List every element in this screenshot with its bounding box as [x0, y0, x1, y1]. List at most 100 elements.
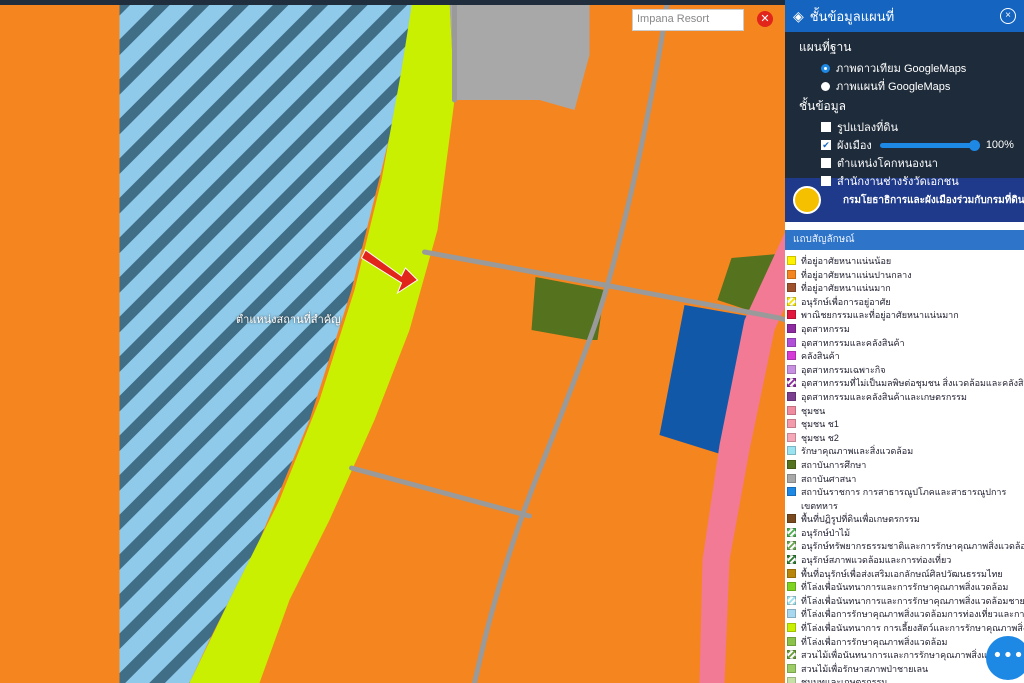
legend-label: ที่อยู่อาศัยหนาแน่นปานกลาง — [801, 269, 912, 280]
legend-swatch — [787, 378, 796, 388]
legend-swatch — [787, 527, 796, 537]
legend-swatch — [787, 473, 796, 483]
legend-item: ที่อยู่อาศัยหนาแน่นน้อย — [787, 254, 1024, 268]
panel-close-icon[interactable]: × — [1000, 8, 1016, 24]
legend-swatch — [787, 432, 796, 442]
legend-label: คลังสินค้า — [801, 351, 840, 362]
legend-swatch — [787, 623, 796, 633]
legend-item: ชุมชน ช2 — [787, 431, 1024, 445]
legend-label: ชุมชน ช2 — [801, 432, 839, 443]
legend-swatch — [787, 636, 796, 646]
marker-label: ตำแหน่งสถานที่สำคัญ — [236, 314, 341, 326]
top-bar — [0, 0, 785, 5]
map-search-input[interactable]: Impana Resort — [632, 9, 744, 31]
legend-swatch — [787, 514, 796, 524]
legend-label: เขตทหาร — [801, 500, 838, 511]
legend-item: อุตสาหกรรมและคลังสินค้า — [787, 336, 1024, 350]
legend-label: อุตสาหกรรมเฉพาะกิจ — [801, 364, 886, 375]
legend-label: พื้นที่อนุรักษ์เพื่อส่งเสริมเอกลักษณ์ศิล… — [801, 568, 1003, 579]
legend-item: พื้นที่ปฏิรูปที่ดินเพื่อเกษตรกรรม — [787, 512, 1024, 526]
panel-header: ◈ ชั้นข้อมูลแผนที่ × — [785, 0, 1024, 32]
legend-label: รักษาคุณภาพและสิ่งแวดล้อม — [801, 446, 914, 457]
legend-swatch — [787, 269, 796, 279]
legend-item: อนุรักษ์ป่าไม้ — [787, 526, 1024, 540]
legend-item: อุตสาหกรรมที่ไม่เป็นมลพิษต่อชุมชน สิ่งแว… — [787, 376, 1024, 390]
legend-label: สถาบันราชการ การสาธารณูปโภคและสาธารณูปกา… — [801, 487, 1007, 498]
legend-swatch — [787, 419, 796, 429]
layer-khok-nong-na[interactable]: ตำแหน่งโคกหนองนา — [785, 154, 1024, 172]
layer-label: ผังเมือง — [837, 140, 872, 152]
legend-label: อนุรักษ์ทรัพยากรธรรมชาติและการรักษาคุณภา… — [801, 541, 1024, 552]
legend-label: สวนไม้เพื่อรักษาสภาพป่าชายเลน — [801, 663, 929, 674]
legend-swatch — [787, 256, 796, 265]
legend-swatch — [787, 323, 796, 333]
legend-swatch — [787, 568, 796, 578]
legend-swatch — [787, 541, 796, 551]
legend-swatch — [787, 663, 796, 673]
legend-item: สถาบันศาสนา — [787, 472, 1024, 486]
legend-item: อนุรักษ์สภาพแวดล้อมและการท่องเที่ยว — [787, 553, 1024, 567]
legend-label: สถาบันการศึกษา — [801, 459, 867, 470]
layer-city-plan[interactable]: ✔ ผังเมือง 100% — [785, 136, 1024, 154]
legend-item: อุตสาหกรรมและคลังสินค้าและเกษตรกรรม — [787, 390, 1024, 404]
legend-item: อนุรักษ์ทรัพยากรธรรมชาติและการรักษาคุณภา… — [787, 539, 1024, 553]
layers-icon: ◈ — [793, 7, 804, 24]
legend-label: ที่โล่งเพื่อนันทนาการและการรักษาคุณภาพสิ… — [801, 582, 1009, 593]
layer-label: ตำแหน่งโคกหนองนา — [837, 158, 938, 170]
checkbox-icon[interactable] — [821, 176, 831, 186]
checkbox-checked-icon[interactable]: ✔ — [821, 140, 831, 150]
legend-label: อุตสาหกรรมและคลังสินค้าและเกษตรกรรม — [801, 391, 967, 402]
legend-swatch — [787, 487, 796, 497]
radio-icon[interactable] — [821, 81, 830, 91]
basemap-label: ภาพดาวเทียม GoogleMaps — [836, 63, 967, 75]
legend-item: อุตสาหกรรม — [787, 322, 1024, 336]
legend-item: ที่อยู่อาศัยหนาแน่นมาก — [787, 281, 1024, 295]
legend-title: แถบสัญลักษณ์ — [785, 230, 1024, 250]
basemap-label: ภาพแผนที่ GoogleMaps — [836, 81, 951, 93]
more-options-button[interactable]: ••• — [986, 636, 1024, 680]
slider-knob[interactable] — [968, 139, 980, 151]
legend-item: ชุมชน ช1 — [787, 417, 1024, 431]
legend-label: ที่โล่งเพื่อการรักษาคุณภาพสิ่งแวดล้อมการ… — [801, 609, 1024, 620]
legend-swatch — [787, 283, 796, 293]
base-map-title: แผนที่ฐาน — [799, 40, 852, 54]
legend-label: อุตสาหกรรม — [801, 323, 850, 334]
legend-label: อุตสาหกรรมและคลังสินค้า — [801, 337, 905, 348]
basemap-option-roadmap[interactable]: ภาพแผนที่ GoogleMaps — [785, 77, 1024, 95]
legend-swatch — [787, 391, 796, 401]
legend-label: อุตสาหกรรมที่ไม่เป็นมลพิษต่อชุมชน สิ่งแว… — [801, 378, 1024, 389]
legend-item: พื้นที่อนุรักษ์เพื่อส่งเสริมเอกลักษณ์ศิล… — [787, 567, 1024, 581]
layers-title: ชั้นข้อมูล — [799, 99, 847, 113]
legend-label: อนุรักษ์เพื่อการอยู่อาศัย — [801, 296, 891, 307]
legend-swatch — [787, 296, 796, 306]
close-icon[interactable]: ✕ — [757, 11, 773, 27]
radio-selected-icon[interactable] — [821, 63, 830, 73]
religious-institution-zone — [449, 0, 590, 110]
legend-label: ชุมชน ช1 — [801, 419, 839, 430]
layer-label: รูปแปลงที่ดิน — [837, 122, 898, 134]
opacity-slider[interactable] — [879, 139, 980, 151]
legend-label: อนุรักษ์ป่าไม้ — [801, 527, 850, 538]
legend-swatch — [787, 446, 796, 456]
legend-label: พาณิชยกรรมและที่อยู่อาศัยหนาแน่นมาก — [801, 310, 959, 321]
legend-swatch — [787, 677, 796, 683]
legend-label: ที่โล่งเพื่อนันทนาการ การเลี้ยงสัตว์และก… — [801, 623, 1024, 634]
legend-label: สวนไม้เพื่อนันทนาการและการรักษาคุณภาพสิ่… — [801, 650, 998, 661]
legend-item: อนุรักษ์เพื่อการอยู่อาศัย — [787, 295, 1024, 309]
legend-swatch — [787, 310, 796, 320]
layer-label: สำนักงานช่างรังวัดเอกชน — [837, 176, 959, 188]
legend-label: อนุรักษ์สภาพแวดล้อมและการท่องเที่ยว — [801, 555, 952, 566]
basemap-option-satellite[interactable]: ภาพดาวเทียม GoogleMaps — [785, 59, 1024, 77]
legend-item: ที่อยู่อาศัยหนาแน่นปานกลาง — [787, 268, 1024, 282]
org-logo — [793, 186, 821, 214]
legend-item: รักษาคุณภาพและสิ่งแวดล้อม — [787, 444, 1024, 458]
legend-label: ที่อยู่อาศัยหนาแน่นมาก — [801, 283, 891, 294]
legend-item: ที่โล่งเพื่อนันทนาการและการรักษาคุณภาพสิ… — [787, 580, 1024, 594]
legend-item: สถาบันการศึกษา — [787, 458, 1024, 472]
checkbox-icon[interactable] — [821, 158, 831, 168]
layer-parcels[interactable]: รูปแปลงที่ดิน — [785, 118, 1024, 136]
legend-swatch — [787, 405, 796, 415]
checkbox-icon[interactable] — [821, 122, 831, 132]
legend-label: พื้นที่ปฏิรูปที่ดินเพื่อเกษตรกรรม — [801, 514, 920, 525]
legend-swatch — [787, 364, 796, 374]
